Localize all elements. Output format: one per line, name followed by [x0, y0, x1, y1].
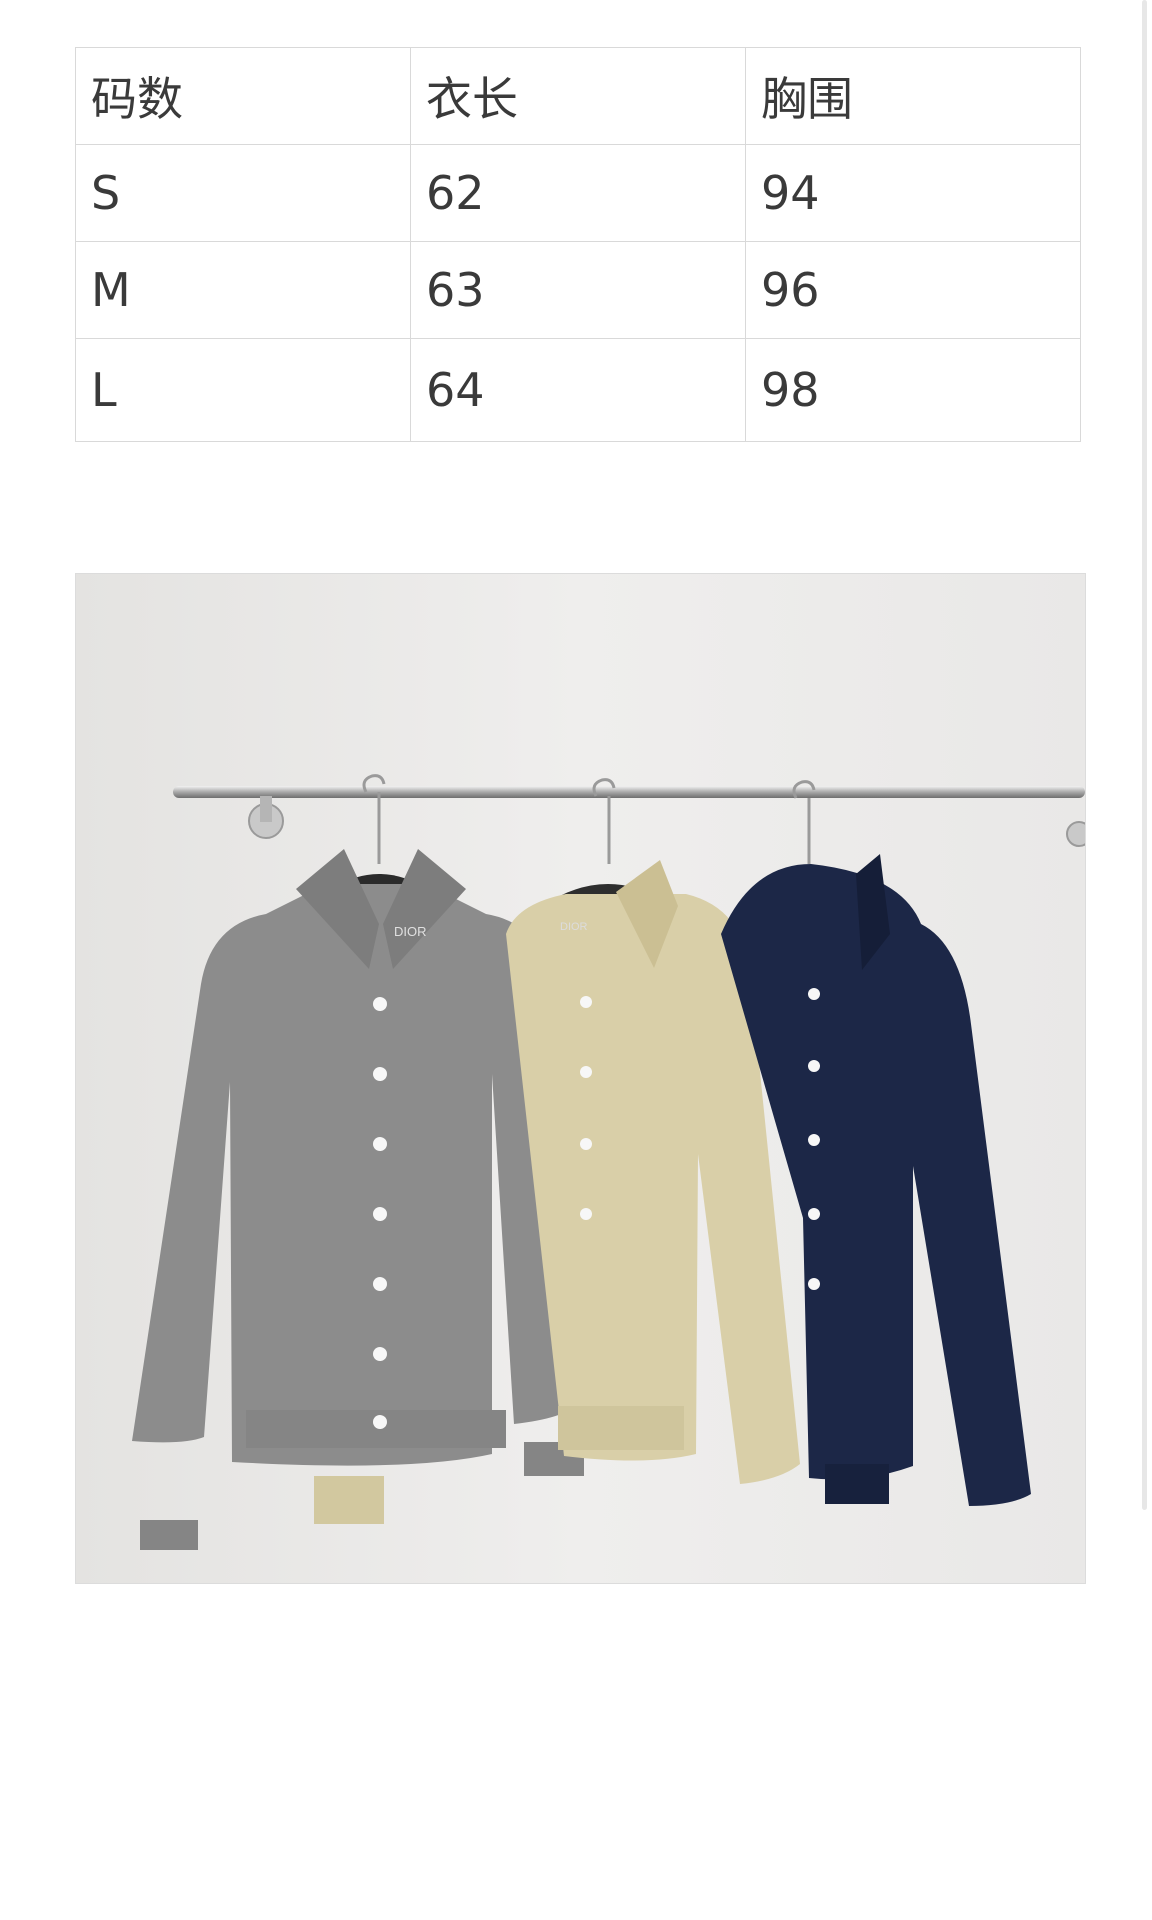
- page-scrollbar[interactable]: [1140, 0, 1152, 1920]
- table-row: L 64 98: [75, 338, 1081, 442]
- rail-bracket-right: [1066, 821, 1085, 847]
- product-photo-illustration: DIOR DIOR: [76, 574, 1085, 1583]
- scrollbar-thumb[interactable]: [1142, 0, 1147, 1510]
- header-length: 衣长: [410, 47, 746, 145]
- table-row: S 62 94: [75, 144, 1081, 242]
- cell-size: M: [75, 241, 411, 339]
- product-photo[interactable]: DIOR DIOR: [75, 573, 1086, 1584]
- table-header-row: 码数 衣长 胸围: [75, 47, 1081, 145]
- cell-length: 64: [410, 338, 746, 442]
- cell-chest: 96: [745, 241, 1081, 339]
- cell-size: S: [75, 144, 411, 242]
- hanging-rail: [173, 786, 1085, 798]
- table-row: M 63 96: [75, 241, 1081, 339]
- header-size: 码数: [75, 47, 411, 145]
- beige-cardigan-label: DIOR: [560, 921, 588, 933]
- grey-cardigan-label: DIOR: [394, 924, 427, 939]
- page: 码数 衣长 胸围 S 62 94 M 63 96 L 64 98 DIOR DI…: [0, 0, 1152, 1920]
- cell-length: 62: [410, 144, 746, 242]
- header-chest: 胸围: [745, 47, 1081, 145]
- cell-chest: 98: [745, 338, 1081, 442]
- cell-size: L: [75, 338, 411, 442]
- cell-length: 63: [410, 241, 746, 339]
- rail-bracket-stem: [260, 796, 272, 822]
- cell-chest: 94: [745, 144, 1081, 242]
- size-chart-table: 码数 衣长 胸围 S 62 94 M 63 96 L 64 98: [75, 47, 1081, 442]
